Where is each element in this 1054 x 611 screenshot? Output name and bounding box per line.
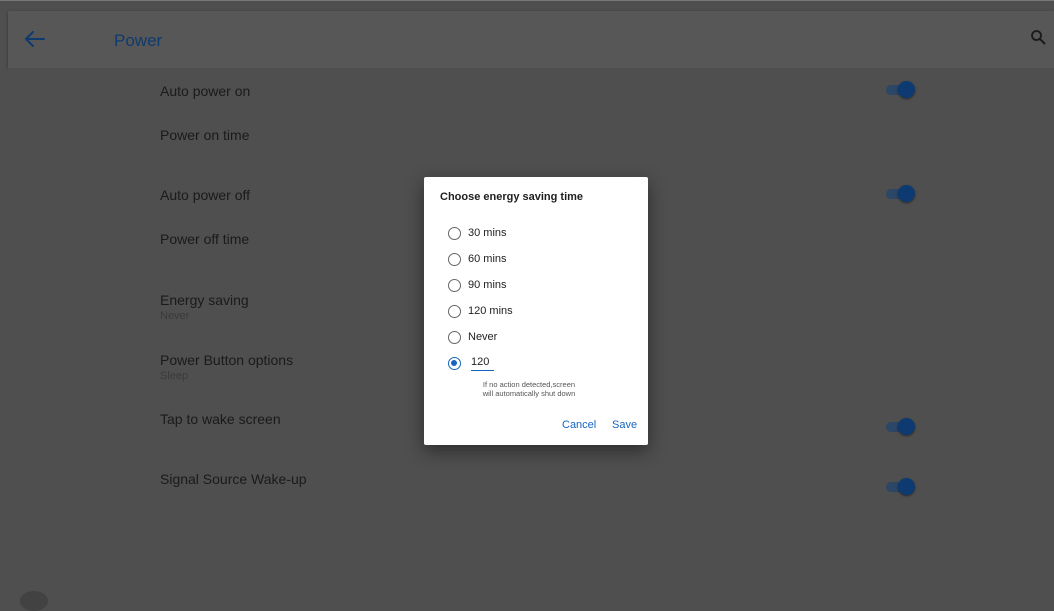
radio-unchecked-icon — [448, 252, 461, 266]
option-90-mins[interactable]: 90 mins — [448, 275, 507, 295]
setting-label: Auto power on — [160, 83, 251, 99]
hint-line: will automatically shut down — [482, 389, 576, 398]
search-icon — [1031, 30, 1046, 45]
toggle-thumb — [898, 418, 915, 435]
radio-unchecked-icon — [448, 226, 461, 240]
option-60-mins[interactable]: 60 mins — [448, 249, 507, 269]
option-label: 30 mins — [468, 227, 507, 239]
back-button[interactable] — [20, 25, 48, 53]
custom-minutes-input[interactable] — [471, 354, 494, 371]
setting-label: Signal Source Wake-up — [160, 471, 307, 487]
option-120-mins[interactable]: 120 mins — [448, 301, 513, 321]
setting-label: Power on time — [160, 127, 250, 143]
dialog-hint: If no action detected,screen will automa… — [464, 380, 594, 398]
radio-unchecked-icon — [448, 304, 461, 318]
option-custom[interactable] — [448, 353, 461, 373]
setting-label: Power Button options — [160, 352, 294, 368]
screen-frame: Power Auto power on Power on time Auto p… — [0, 0, 1054, 611]
dialog-title: Choose energy saving time — [440, 191, 584, 203]
setting-signal-source-wakeup[interactable]: Signal Source Wake-up — [8, 458, 1054, 508]
cancel-button[interactable]: Cancel — [562, 419, 596, 431]
setting-auto-power-on[interactable]: Auto power on — [8, 68, 1054, 112]
option-label: 120 mins — [468, 305, 513, 317]
radio-unchecked-icon — [448, 330, 461, 344]
arrow-left-icon — [25, 31, 45, 47]
setting-label: Energy saving — [160, 292, 249, 308]
tap-to-wake-toggle[interactable] — [884, 418, 918, 435]
toggle-thumb — [898, 81, 915, 98]
toggle-thumb — [898, 185, 915, 202]
energy-saving-dialog: Choose energy saving time 30 mins 60 min… — [424, 177, 648, 445]
setting-label: Tap to wake screen — [160, 411, 281, 427]
toggle-thumb — [898, 478, 915, 495]
save-button[interactable]: Save — [612, 419, 637, 431]
option-label: 60 mins — [468, 253, 507, 265]
option-never[interactable]: Never — [448, 327, 497, 347]
option-label: 90 mins — [468, 279, 507, 291]
page-title: Power — [114, 31, 163, 50]
option-label: Never — [468, 331, 498, 343]
option-30-mins[interactable]: 30 mins — [448, 223, 507, 243]
setting-value: Never — [160, 310, 190, 322]
hint-line: If no action detected,screen — [482, 380, 576, 389]
app-bar: Power — [8, 11, 1054, 68]
auto-power-off-toggle[interactable] — [884, 185, 918, 202]
search-button[interactable] — [1030, 29, 1050, 49]
radio-unchecked-icon — [448, 278, 461, 292]
signal-source-wakeup-toggle[interactable] — [884, 478, 918, 495]
setting-power-on-time[interactable]: Power on time — [8, 112, 1054, 162]
setting-value: Sleep — [160, 370, 189, 382]
radio-checked-icon — [448, 356, 461, 370]
auto-power-on-toggle[interactable] — [884, 81, 918, 98]
corner-fab-shadow — [20, 591, 48, 611]
setting-label: Auto power off — [160, 187, 251, 203]
setting-label: Power off time — [160, 231, 250, 247]
